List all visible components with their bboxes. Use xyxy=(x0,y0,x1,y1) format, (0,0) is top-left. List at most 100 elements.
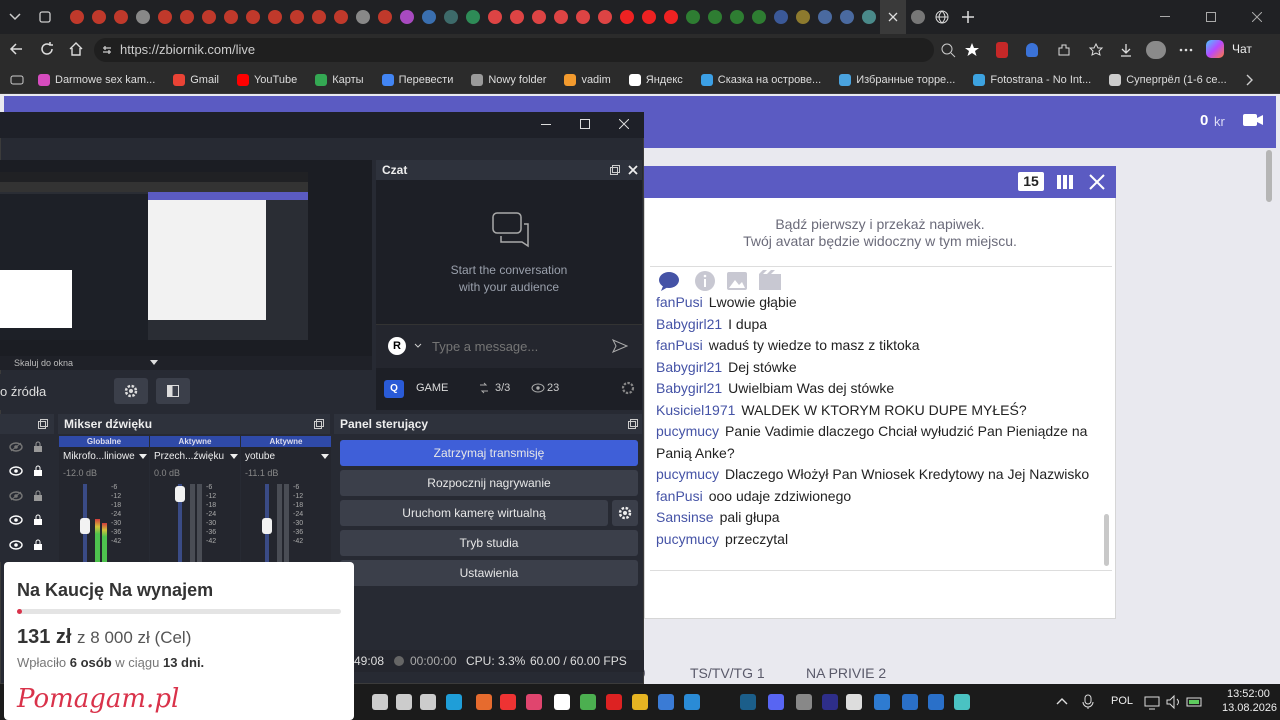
chat-username[interactable]: Babygirl21 xyxy=(656,316,722,332)
new-tab-button[interactable] xyxy=(954,10,982,24)
undock-icon[interactable] xyxy=(314,419,324,429)
tab-favicon[interactable] xyxy=(290,10,304,24)
copilot-chat-button[interactable]: Чат xyxy=(1206,40,1252,58)
shield-icon[interactable] xyxy=(1026,43,1038,57)
tab-favicon[interactable] xyxy=(730,10,744,24)
skype-icon[interactable] xyxy=(684,694,700,710)
chat-message-input[interactable] xyxy=(432,335,602,357)
workspaces-button[interactable] xyxy=(30,0,60,34)
tab-favicon[interactable] xyxy=(268,10,282,24)
channel-name[interactable]: Mikrofo...liniowe xyxy=(63,451,135,462)
tab-favicon-z[interactable] xyxy=(906,10,930,24)
obs-preview[interactable]: Skaluj do okna xyxy=(0,160,372,368)
lock-icon[interactable] xyxy=(33,441,43,453)
tab-favicon[interactable] xyxy=(664,10,678,24)
tab-favicon[interactable] xyxy=(334,10,348,24)
chevron-right-icon[interactable] xyxy=(1246,74,1254,86)
chevron-down-icon[interactable] xyxy=(230,454,238,460)
eye-icon[interactable] xyxy=(9,466,23,476)
lock-icon[interactable] xyxy=(33,490,43,502)
clock-time[interactable]: 13:52:00 xyxy=(1227,688,1270,700)
camera-icon[interactable] xyxy=(1242,112,1264,128)
lock-icon[interactable] xyxy=(33,514,43,526)
star-icon[interactable] xyxy=(964,42,980,58)
obs-icon[interactable] xyxy=(846,694,862,710)
eye-hidden-icon[interactable] xyxy=(9,442,23,452)
tab-view-icon[interactable] xyxy=(10,74,24,86)
media-icon[interactable] xyxy=(822,694,838,710)
clock-date[interactable]: 13.08.2026 xyxy=(1222,702,1277,714)
game-icon[interactable] xyxy=(658,694,674,710)
undock-icon[interactable] xyxy=(38,419,48,429)
more-icon[interactable] xyxy=(1178,44,1194,56)
close-icon[interactable] xyxy=(628,165,638,175)
favorites-icon[interactable] xyxy=(1088,42,1104,58)
tab-favicon[interactable] xyxy=(862,10,876,24)
chat-username[interactable]: pucymucy xyxy=(656,423,719,439)
lock-icon[interactable] xyxy=(33,465,43,477)
undock-icon[interactable] xyxy=(610,165,620,175)
chevron-up-icon[interactable] xyxy=(1056,697,1068,705)
chevron-down-icon[interactable] xyxy=(414,343,422,349)
chat-username[interactable]: fanPusi xyxy=(656,488,703,504)
restore-button[interactable] xyxy=(1188,12,1234,22)
chrome-icon[interactable] xyxy=(580,694,596,710)
volume-fader-knob[interactable] xyxy=(262,518,272,534)
steam-icon[interactable] xyxy=(740,694,756,710)
tab-favicon[interactable] xyxy=(708,10,722,24)
tab-favicon[interactable] xyxy=(422,10,436,24)
firefox-icon[interactable] xyxy=(476,694,492,710)
tab-favicon[interactable] xyxy=(796,10,810,24)
chat-scrollbar[interactable] xyxy=(1104,514,1109,566)
bookmark-item[interactable]: Nowy folder xyxy=(471,73,546,86)
info-icon[interactable] xyxy=(694,270,716,292)
columns-icon[interactable] xyxy=(1056,174,1074,190)
discord-icon[interactable] xyxy=(768,694,784,710)
tab-favicon[interactable] xyxy=(246,10,260,24)
tab-favicon[interactable] xyxy=(510,10,524,24)
tab-favicon[interactable] xyxy=(488,10,502,24)
windows-icon[interactable] xyxy=(372,694,388,710)
start-recording-button[interactable]: Rozpocznij nagrywanie xyxy=(340,470,638,496)
bookmark-item[interactable]: Gmail xyxy=(173,73,219,86)
settings-button[interactable]: Ustawienia xyxy=(340,560,638,586)
tab-favicon[interactable] xyxy=(114,10,128,24)
volume-fader-knob[interactable] xyxy=(80,518,90,534)
tab-favicon[interactable] xyxy=(532,10,546,24)
image-icon[interactable] xyxy=(726,270,748,292)
channel-name[interactable]: yotube xyxy=(245,451,275,462)
chat-bubbles-icon[interactable] xyxy=(658,270,684,292)
tab-favicon[interactable] xyxy=(840,10,854,24)
tab-favicon[interactable] xyxy=(202,10,216,24)
minimize-button[interactable] xyxy=(1142,16,1188,18)
bookmark-item[interactable]: Fotostrana - No Int... xyxy=(973,73,1091,86)
bookmark-item[interactable]: Избранные торре... xyxy=(839,73,955,86)
chat-icon[interactable] xyxy=(954,694,970,710)
profile-avatar[interactable] xyxy=(1146,41,1166,59)
chat-username[interactable]: Sansinse xyxy=(656,509,714,525)
chat-username[interactable]: pucymucy xyxy=(656,466,719,482)
tab-favicon[interactable] xyxy=(356,10,370,24)
chat-username[interactable]: fanPusi xyxy=(656,337,703,353)
bookmark-item[interactable]: Перевести xyxy=(381,73,453,86)
yandex-icon[interactable] xyxy=(500,694,516,710)
tab-favicon[interactable] xyxy=(752,10,766,24)
scale-label[interactable]: Skaluj do okna xyxy=(14,358,73,368)
tab-favicon[interactable] xyxy=(136,10,150,24)
minimize-icon[interactable] xyxy=(541,124,551,126)
channel-name[interactable]: Przech...źwięku xyxy=(154,451,224,462)
chat-username[interactable]: Kusiciel1971 xyxy=(656,402,735,418)
page-scrollbar[interactable] xyxy=(1266,150,1272,202)
bookmark-item[interactable]: Карты xyxy=(315,73,364,86)
bookmark-item[interactable]: Сказка на острове... xyxy=(700,73,821,86)
bookmark-item[interactable]: Суперrрёл (1-6 се... xyxy=(1109,73,1227,86)
source-settings-button[interactable] xyxy=(114,378,148,404)
url-field[interactable]: https://zbiornik.com/live xyxy=(94,38,956,62)
refresh-button[interactable] xyxy=(39,41,55,57)
chevron-down-icon[interactable] xyxy=(139,454,147,460)
virtual-camera-settings-button[interactable] xyxy=(612,500,638,526)
tab-list-button[interactable] xyxy=(0,0,30,34)
footer-tab-2[interactable]: NA PRIVIE 2 xyxy=(806,665,886,681)
bluetooth-icon[interactable] xyxy=(902,694,918,710)
edge-icon[interactable] xyxy=(446,694,462,710)
